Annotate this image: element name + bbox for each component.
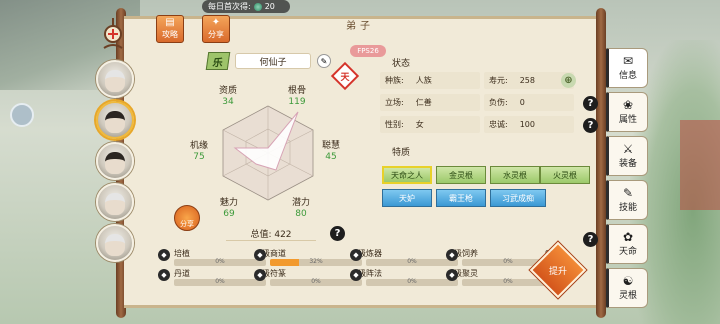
disciple-avatar[interactable] — [96, 183, 134, 221]
status-row-gender: 性别: 女 — [380, 116, 480, 133]
character-name: 何仙子 — [235, 53, 311, 69]
status-help-icon-2[interactable]: ? — [583, 118, 598, 133]
stat-aptitude: 资质 34 — [219, 86, 238, 107]
jade-coin-icon — [253, 2, 262, 11]
trade-icon: ◆ — [254, 249, 266, 261]
stat-bone: 根骨 119 — [288, 86, 307, 107]
stat-total: 总值: 422 — [226, 227, 316, 241]
disciple-list — [96, 60, 138, 265]
spirit-gather-icon: ◆ — [446, 269, 458, 281]
info-icon: ✉ — [622, 54, 634, 68]
tab-skills[interactable]: ✎ 技能 — [606, 180, 648, 220]
tab-info[interactable]: ✉ 信息 — [606, 48, 648, 88]
stat-potential: 潜力 80 — [292, 198, 311, 219]
tab-attributes[interactable]: ❀ 属性 — [606, 92, 648, 132]
lifespan-info-icon[interactable]: ⊕ — [561, 73, 576, 88]
talisman-icon: ◆ — [254, 269, 266, 281]
tab-equipment[interactable]: ⚔ 装备 — [606, 136, 648, 176]
daily-reward-label: 每日首次得: — [208, 2, 251, 11]
status-row-loyalty: 忠诚: 100 — [484, 116, 574, 133]
character-header: 乐 何仙子 ✎ — [205, 52, 331, 70]
trait-tag[interactable]: 金灵根 — [436, 166, 486, 184]
skill-list: ◆ 培植1级 0% ◆ 商道4级 32% ◆ 炼器7级 0% ◆ 饲养0级 0%… — [150, 244, 558, 288]
breeding-icon: ◆ — [446, 249, 458, 261]
rope-knot-icon — [103, 18, 123, 49]
fps-badge: FPS26 — [350, 45, 386, 57]
disciple-avatar-selected[interactable] — [96, 101, 134, 139]
scroll-rod-right — [596, 8, 606, 318]
disciple-avatar[interactable] — [96, 142, 134, 180]
trait-tag[interactable]: 天命之人 — [382, 166, 432, 184]
edit-name-icon[interactable]: ✎ — [317, 54, 331, 68]
disciple-avatar[interactable] — [96, 224, 134, 262]
formation-icon: ◆ — [350, 269, 362, 281]
stat-charm: 魅力 69 — [220, 198, 239, 219]
daily-reward-banner: 每日首次得: 20 — [202, 0, 290, 13]
share-icon: ✦ — [211, 17, 221, 28]
tab-fate[interactable]: ✿ 天命 — [606, 224, 648, 264]
stats-help-icon[interactable]: ? — [330, 226, 345, 241]
status-row-injury: 负伤: 0 — [484, 94, 574, 111]
share-top-button[interactable]: ✦ 分享 — [202, 15, 230, 43]
stats-radar-chart — [222, 105, 314, 201]
status-row-race: 种族: 人族 — [380, 72, 480, 89]
share-circle-button[interactable]: 分享 — [174, 205, 200, 231]
trait-tag[interactable]: 天妒 — [382, 189, 432, 207]
guide-button[interactable]: ▤ 攻略 — [156, 15, 184, 43]
skills-help-icon[interactable]: ? — [583, 232, 598, 247]
trait-tag[interactable]: 霸王枪 — [436, 189, 486, 207]
attribute-icon: ❀ — [622, 98, 634, 112]
stat-fortune: 机缘 75 — [190, 141, 209, 162]
alchemy-icon: ◆ — [158, 269, 170, 281]
panel-title: 弟子 — [346, 21, 374, 32]
daily-reward-value: 20 — [264, 2, 275, 11]
share-top-button-label: 分享 — [208, 30, 224, 39]
trait-tag[interactable]: 水灵根 — [490, 166, 540, 184]
forging-icon: ◆ — [350, 249, 362, 261]
fate-icon: ✿ — [622, 230, 634, 244]
status-help-icon-1[interactable]: ? — [583, 96, 598, 111]
right-tab-bar: ✉ 信息 ❀ 属性 ⚔ 装备 ✎ 技能 ✿ 天命 ☯ 灵根 — [606, 48, 648, 312]
spirit-root-icon: ☯ — [622, 274, 634, 288]
stat-wisdom: 聪慧 45 — [322, 141, 341, 162]
status-section-title: 状态 — [392, 59, 411, 69]
status-row-stance: 立场: 仁善 — [380, 94, 480, 111]
disciple-avatar[interactable] — [96, 60, 134, 98]
skill-icon: ✎ — [622, 186, 634, 200]
tab-spirit-root[interactable]: ☯ 灵根 — [606, 268, 648, 308]
red-banner-scenery — [680, 120, 720, 210]
cultivation-icon: ◆ — [158, 249, 170, 261]
equipment-icon: ⚔ — [622, 142, 634, 156]
book-icon: ▤ — [165, 17, 175, 28]
trait-tag[interactable]: 习武成痴 — [490, 189, 546, 207]
rank-badge: 乐 — [205, 52, 231, 70]
trait-tag[interactable]: 火灵根 — [540, 166, 590, 184]
floating-assist-bubble[interactable] — [10, 103, 34, 127]
traits-section-title: 特质 — [392, 148, 411, 158]
guide-button-label: 攻略 — [162, 30, 178, 39]
